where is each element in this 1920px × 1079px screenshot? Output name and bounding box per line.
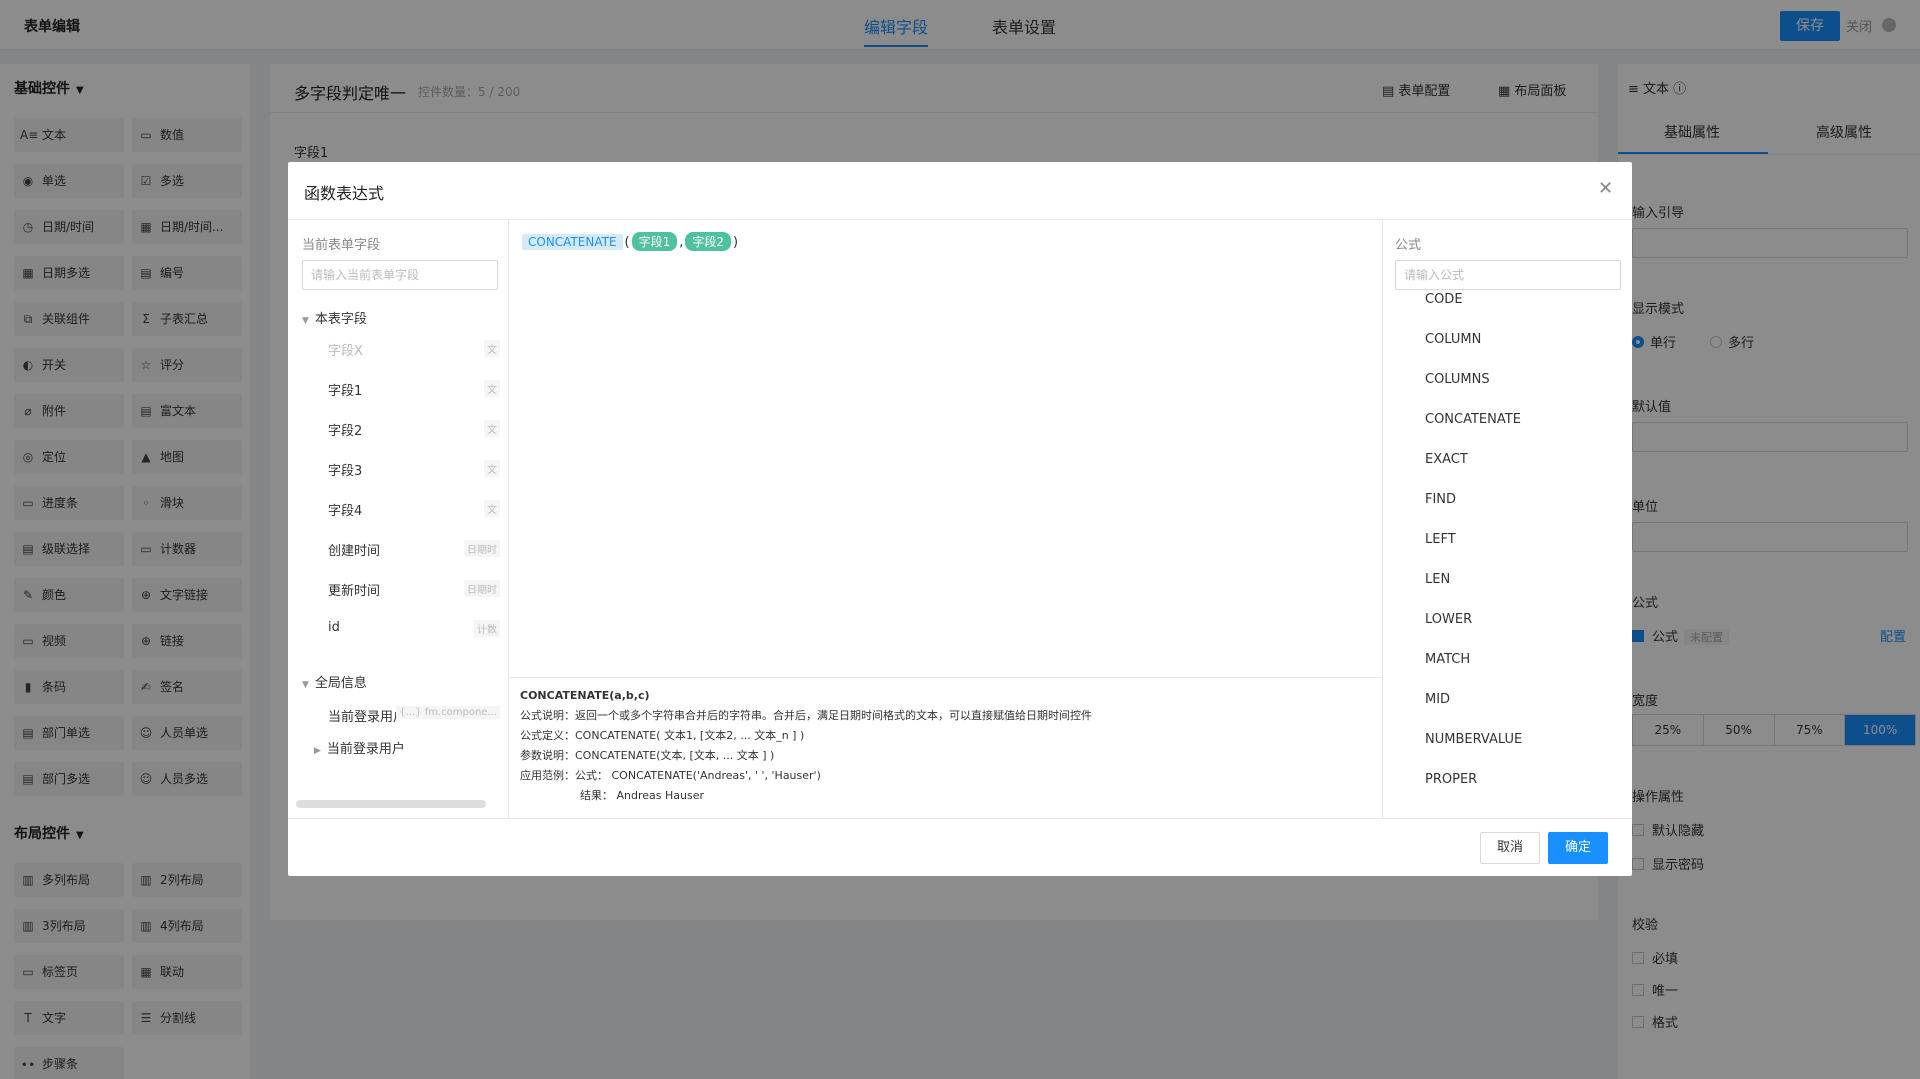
field-item[interactable]: 创建时间 日期时 <box>328 540 504 559</box>
formula-item[interactable]: LEFT <box>1425 532 1456 547</box>
function-result: 结果： Andreas Hauser <box>580 789 704 802</box>
field-type-badge: 文 <box>484 420 500 437</box>
group-local-fields[interactable]: ▼ 本表字段 <box>302 308 367 327</box>
function-params: 参数说明：CONCATENATE(文本, [文本, ... 文本 ] ) <box>520 749 775 762</box>
close-icon[interactable]: ✕ <box>1598 178 1613 199</box>
formula-item[interactable]: MATCH <box>1425 652 1470 667</box>
formula-item[interactable]: NUMBERVALUE <box>1425 732 1522 747</box>
field-type-badge: 计数 <box>474 620 500 637</box>
field-item-current-user-expand[interactable]: ▶ 当前登录用户 <box>314 738 490 757</box>
field-type-badge: 日期时 <box>464 540 500 557</box>
field-item[interactable]: 更新时间 日期时 <box>328 580 504 599</box>
field-type-badge: 文 <box>484 380 500 397</box>
field-token[interactable]: 字段1 <box>631 232 678 251</box>
dialog-title: 函数表达式 <box>304 184 385 203</box>
field-item[interactable]: 字段1 文 <box>328 380 504 399</box>
function-description: CONCATENATE(a,b,c) 公式说明：返回一个或多个字符串合并后的字符… <box>520 686 1380 806</box>
formula-column: 公式 请输入公式 CODE COLUMN COLUMNS CONCATENATE EXA… <box>1382 220 1632 818</box>
formula-item[interactable]: COLUMNS <box>1425 372 1490 387</box>
formula-item[interactable]: LEN <box>1425 572 1450 587</box>
field-item[interactable]: 字段3 文 <box>328 460 504 479</box>
field-type-badge: 文 <box>484 460 500 477</box>
field-item[interactable]: id 计数 <box>328 620 504 637</box>
divider <box>288 818 1632 819</box>
formula-item[interactable]: COLUMN <box>1425 332 1481 347</box>
expression-editor[interactable]: CONCATENATE(字段1, 字段2) <box>510 220 1382 678</box>
caret-down-icon: ▼ <box>302 316 309 326</box>
caret-right-icon: ▶ <box>314 746 321 756</box>
formula-item[interactable]: CONCATENATE <box>1425 412 1521 427</box>
field-column-title: 当前表单字段 <box>302 238 381 253</box>
field-item-current-user[interactable]: 当前登录用户 {...} fm.compone... <box>328 706 504 725</box>
formula-search-input[interactable]: 请输入公式 <box>1395 260 1621 290</box>
formula-item[interactable]: EXACT <box>1425 452 1468 467</box>
field-type-badge: 文 <box>484 340 500 357</box>
function-definition: 公式定义：CONCATENATE( 文本1, [文本2, ... 文本_n ] … <box>520 729 805 742</box>
formula-item[interactable]: CODE <box>1425 292 1463 307</box>
function-example: 应用范例：公式： CONCATENATE('Andreas', ' ', 'Ha… <box>520 769 821 782</box>
group-global-info[interactable]: ▼ 全局信息 <box>302 672 367 691</box>
field-item[interactable]: 字段X 文 <box>328 340 504 359</box>
formula-column-title: 公式 <box>1395 238 1422 253</box>
field-search-input[interactable]: 请输入当前表单字段 <box>302 260 498 290</box>
field-type-badge: 日期时 <box>464 580 500 597</box>
horizontal-scrollbar[interactable] <box>296 800 486 808</box>
field-item[interactable]: 字段2 文 <box>328 420 504 439</box>
field-type-badge: 文 <box>484 500 500 517</box>
function-signature: CONCATENATE(a,b,c) <box>520 689 650 702</box>
field-column: 当前表单字段 请输入当前表单字段 ▼ 本表字段 字段X 文字段1 文字段2 文字段3 文字… <box>288 220 509 818</box>
formula-item[interactable]: MID <box>1425 692 1450 707</box>
field-token[interactable]: 字段2 <box>685 232 732 251</box>
formula-item[interactable]: PROPER <box>1425 772 1477 787</box>
function-explanation: 公式说明：返回一个或多个字符串合并后的字符串。合并后，满足日期时间格式的文本，可… <box>520 709 1092 722</box>
function-token[interactable]: CONCATENATE <box>522 234 623 250</box>
confirm-button[interactable]: 确定 <box>1548 832 1608 864</box>
expression: CONCATENATE(字段1, 字段2) <box>522 232 740 251</box>
field-item[interactable]: 字段4 文 <box>328 500 504 519</box>
function-expression-dialog: 函数表达式 ✕ 当前表单字段 请输入当前表单字段 ▼ 本表字段 字段X 文字段1 文字… <box>288 162 1632 876</box>
caret-down-icon: ▼ <box>302 680 309 690</box>
formula-item[interactable]: FIND <box>1425 492 1456 507</box>
cancel-button[interactable]: 取消 <box>1480 832 1540 864</box>
formula-item[interactable]: LOWER <box>1425 612 1472 627</box>
